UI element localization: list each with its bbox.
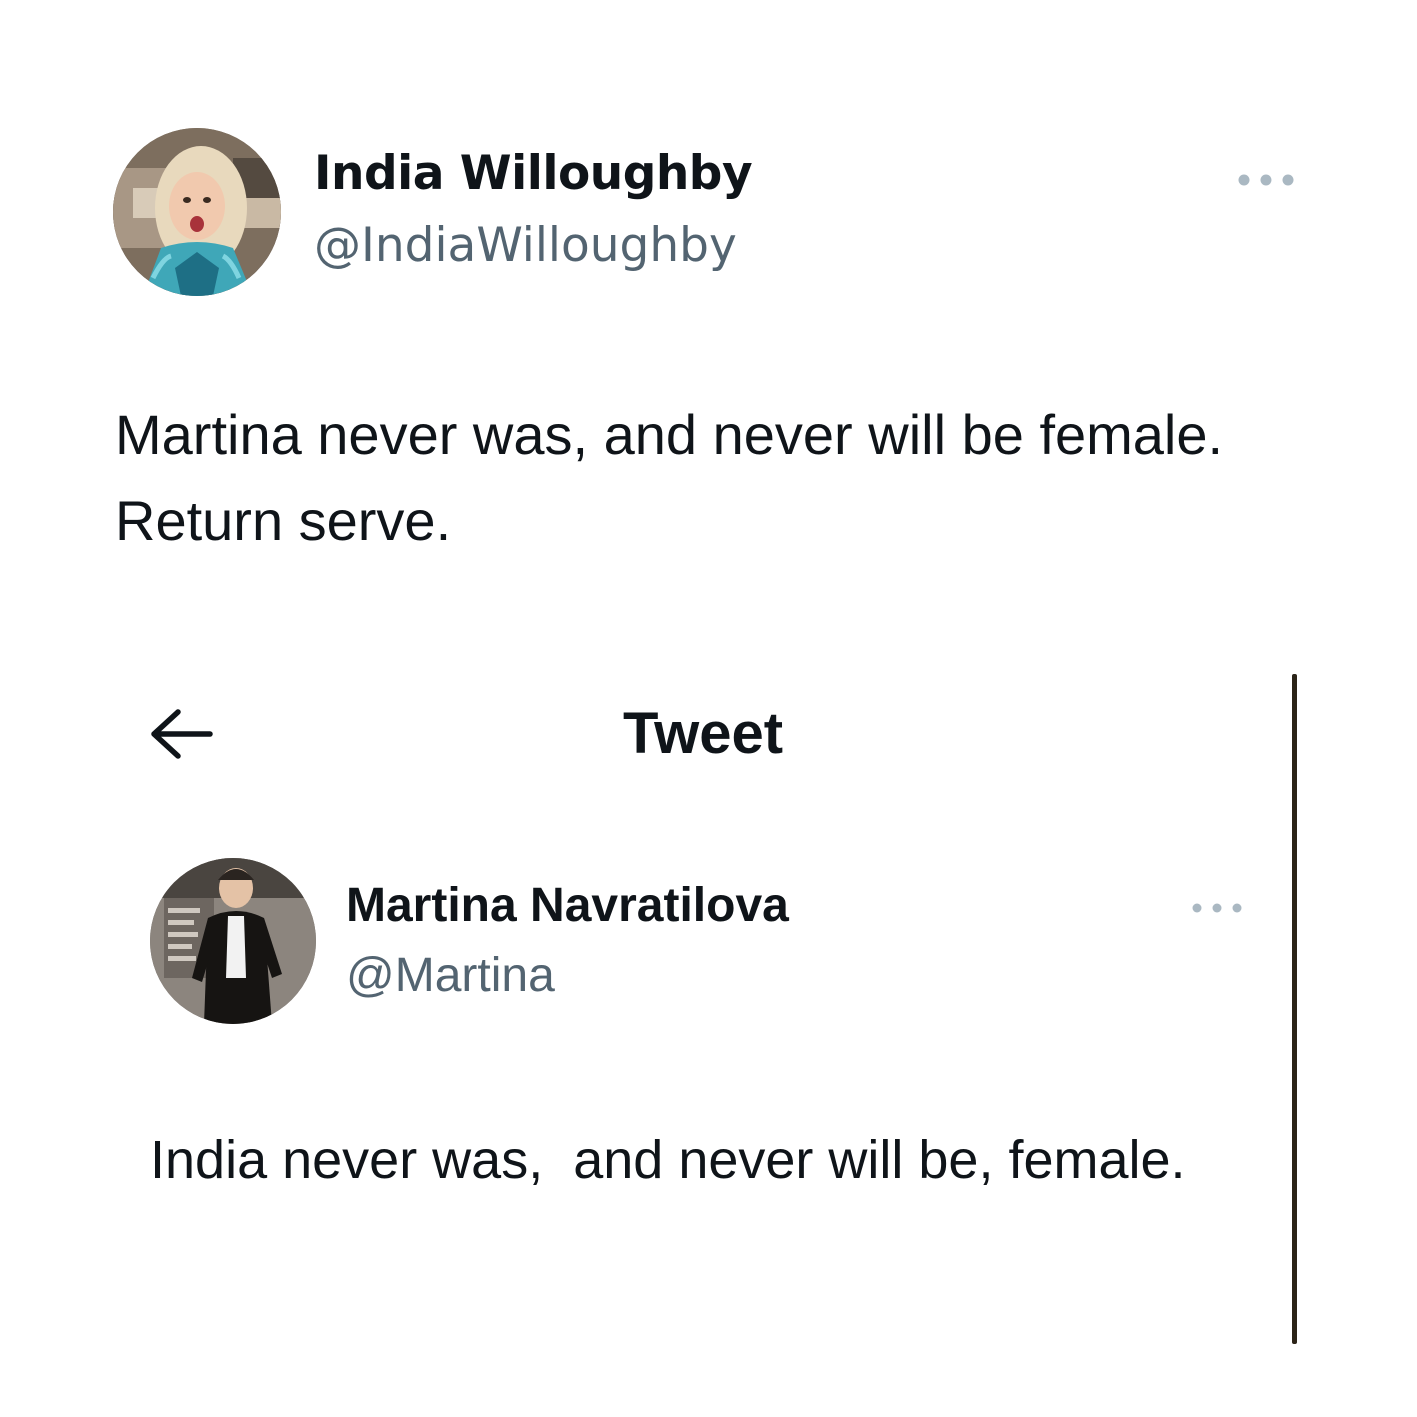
outer-tweet-handle[interactable]: @IndiaWilloughby xyxy=(314,218,737,273)
outer-tweet-text: Martina never was, and never will be fem… xyxy=(115,403,1224,552)
outer-tweet-avatar[interactable] xyxy=(113,128,281,296)
more-options-icon[interactable] xyxy=(1190,901,1244,915)
embedded-tweet-text: India never was, and never will be, fema… xyxy=(150,1130,1186,1190)
outer-tweet-display-name[interactable]: India Willoughby xyxy=(314,146,753,201)
screenshot-edge-divider xyxy=(1292,674,1297,1344)
avatar-photo-india xyxy=(113,128,281,296)
avatar-photo-martina xyxy=(150,858,316,1024)
embedded-tweet-handle[interactable]: @Martina xyxy=(346,948,555,1003)
embedded-tweet-avatar[interactable] xyxy=(150,858,316,1024)
embedded-tweet-display-name[interactable]: Martina Navratilova xyxy=(346,878,789,933)
more-options-icon[interactable] xyxy=(1236,172,1296,188)
page-title: Tweet xyxy=(622,701,784,766)
